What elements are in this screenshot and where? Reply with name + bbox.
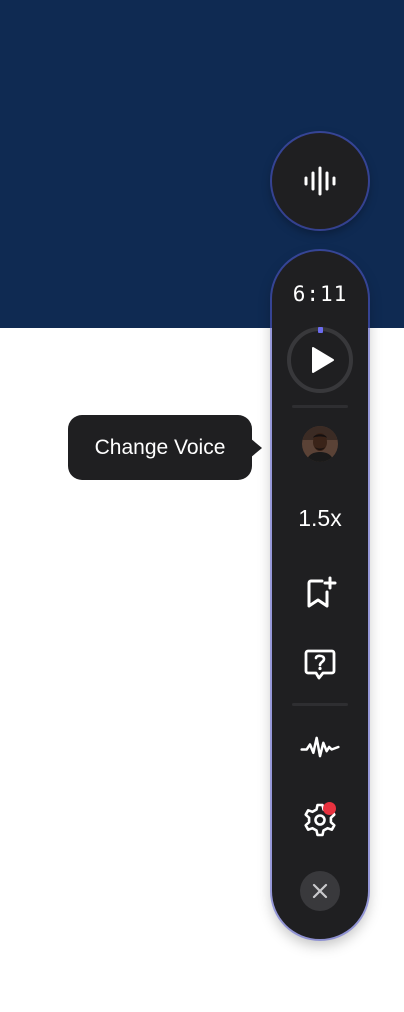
add-bookmark-button[interactable] [300,573,340,613]
waveform-icon [304,166,336,196]
divider [292,703,348,706]
close-button[interactable] [300,871,340,911]
voice-reader-button[interactable] [272,133,368,229]
bookmark-add-icon [307,576,337,608]
audio-player-panel: 6:11 1.5x [272,251,368,939]
playback-speed-button[interactable]: 1.5x [272,505,368,532]
question-bubble-icon [304,649,336,680]
audio-wave-icon [300,736,340,758]
notification-dot [323,802,336,815]
close-icon [312,883,328,899]
ask-question-button[interactable] [300,643,340,683]
audio-visualizer-button[interactable] [300,727,340,767]
play-button[interactable] [286,326,354,394]
voice-avatar[interactable] [302,426,338,462]
tooltip-text: Change Voice [94,435,226,459]
play-icon [312,347,334,373]
change-voice-tooltip: Change Voice [68,415,252,480]
divider [292,405,348,408]
tooltip-arrow [250,438,262,458]
progress-indicator [318,327,323,333]
time-remaining: 6:11 [292,282,348,306]
settings-button[interactable] [300,799,340,839]
